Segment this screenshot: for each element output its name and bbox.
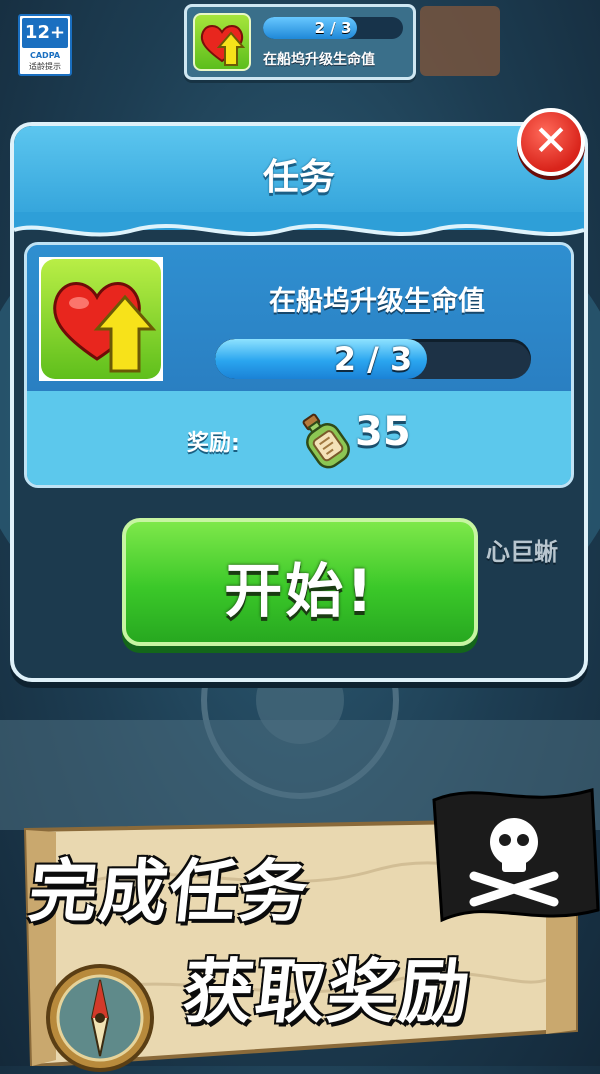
age-rating-badge: 12+ CADPA 适龄提示	[18, 14, 72, 76]
background-peek-text: 心巨蜥	[486, 538, 558, 566]
dialog-title: 任务	[262, 157, 335, 198]
banner-headline-1: 完成任务	[25, 853, 314, 932]
close-button[interactable]: ✕	[517, 108, 585, 176]
compass-icon	[46, 964, 154, 1072]
heart-upgrade-icon	[41, 259, 161, 379]
top-task-hud[interactable]: 2 / 3 在船坞升级生命值	[184, 4, 416, 80]
banner-headline-2: 获取奖励	[179, 951, 476, 1033]
start-button-label: 开始!	[224, 557, 376, 625]
heart-upgrade-icon	[193, 13, 251, 71]
top-hud-progress-bar: 2 / 3	[263, 17, 403, 39]
start-button[interactable]: 开始!	[122, 518, 478, 646]
task-icon-frame	[39, 257, 163, 381]
task-name: 在船坞升级生命值	[269, 286, 485, 317]
task-progress-bar: 2 / 3	[215, 339, 531, 379]
age-rating-org: CADPA	[29, 51, 61, 60]
reward-value: 35	[355, 409, 411, 455]
reward-label: 奖励:	[187, 431, 240, 456]
task-card: 在船坞升级生命值 2 / 3 奖励: 35	[24, 242, 574, 488]
pirate-flag-icon	[432, 788, 600, 923]
close-icon: ✕	[533, 116, 569, 165]
age-rating-number: 12+	[22, 18, 68, 48]
top-hud-progress-text: 2 / 3	[314, 19, 352, 37]
top-hud-task-label: 在船坞升级生命值	[263, 52, 375, 68]
message-bottle-icon	[302, 413, 350, 469]
age-rating-tip: 适龄提示	[29, 62, 61, 71]
dialog-header: 任务	[14, 126, 584, 237]
task-progress-text: 2 / 3	[333, 340, 413, 378]
